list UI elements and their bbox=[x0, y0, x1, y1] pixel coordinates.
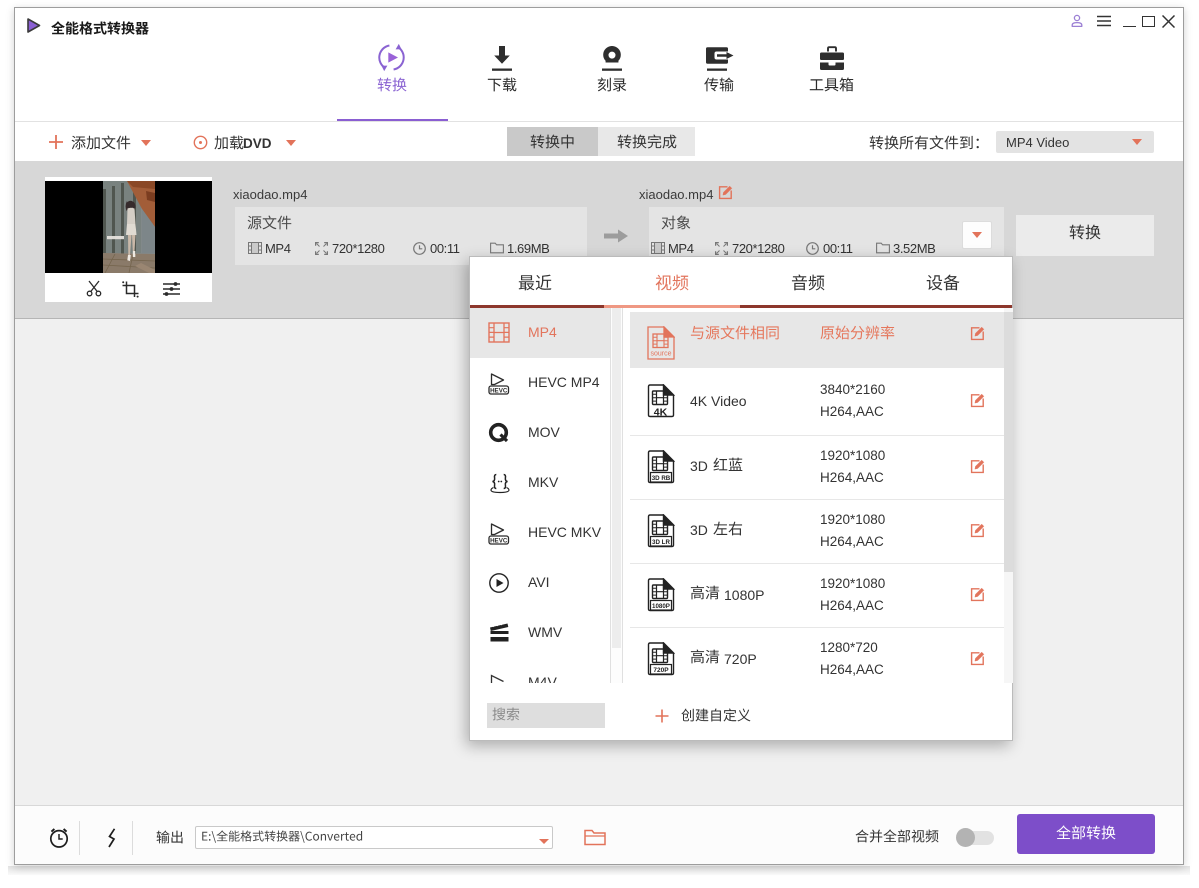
svg-text:source: source bbox=[650, 351, 671, 358]
svg-text:720P: 720P bbox=[653, 667, 669, 674]
svg-text:4K: 4K bbox=[654, 407, 668, 419]
svg-text:3D RB: 3D RB bbox=[652, 475, 671, 482]
svg-text:HEVC: HEVC bbox=[490, 538, 508, 545]
svg-text:3D LR: 3D LR bbox=[652, 539, 670, 546]
svg-text:HEVC: HEVC bbox=[490, 388, 508, 395]
svg-text:1080P: 1080P bbox=[652, 603, 670, 610]
